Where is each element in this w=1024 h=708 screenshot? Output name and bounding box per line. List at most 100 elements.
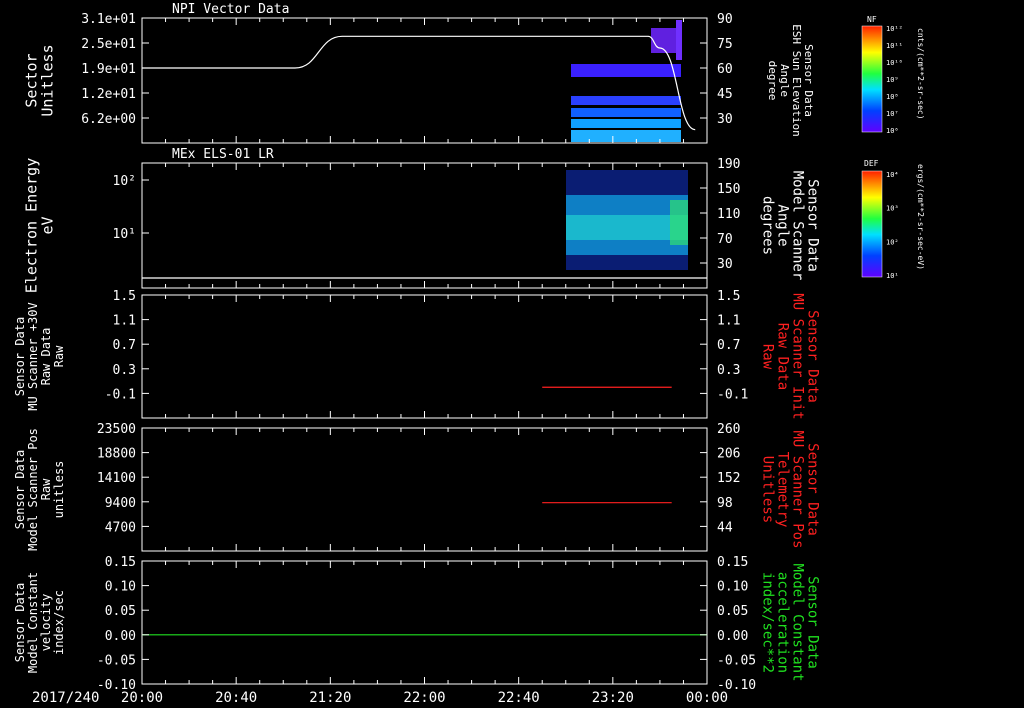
colorbar-tick-label: 10¹⁰ — [886, 59, 903, 67]
y-tick-label-right: 75 — [717, 37, 733, 52]
colorbar-nf-ticks: 10¹² 10¹¹ 10¹⁰ 10⁹ 10⁸ 10⁷ 10⁶ — [886, 25, 903, 135]
colorbar-def-title: DEF — [864, 159, 879, 168]
y-tick-label-left: -0.05 — [97, 653, 136, 668]
panel-2-spectrogram — [566, 170, 688, 270]
y-axis-label-left: index/sec — [52, 590, 66, 655]
y-tick-label-right: -0.05 — [717, 653, 756, 668]
y-axis-label-left: Sensor Data — [13, 583, 27, 662]
y-axis-label-right: Sensor Data — [805, 443, 821, 536]
y-tick-label-right: 206 — [717, 447, 740, 462]
y-axis-label-left: unitless — [52, 461, 66, 519]
y-axis-label-right: degree — [766, 61, 779, 101]
y-axis-label-right: MU Scanner Init — [790, 293, 806, 419]
y-axis-label-left: Model Scanner Pos — [26, 428, 40, 551]
y-tick-label-right: 30 — [717, 112, 733, 127]
colorbar-tick-label: 10¹ — [886, 272, 899, 280]
y-tick-label-right: 44 — [717, 520, 733, 535]
time-axis: 20:00 20:40 21:20 22:00 22:40 23:20 00:00 — [121, 690, 728, 706]
time-tick-label: 00:00 — [686, 690, 728, 706]
colorbar-tick-label: 10³ — [886, 205, 899, 213]
y-tick-label-right: -0.1 — [717, 387, 748, 402]
y-tick-label-left: 3.1e+01 — [81, 12, 136, 27]
y-tick-label-left: 0.3 — [113, 363, 136, 378]
y-axis-label-left: Unitless — [39, 44, 57, 116]
time-tick-label: 21:20 — [309, 690, 351, 706]
y-tick-label-left: 18800 — [97, 447, 136, 462]
y-tick-label-left: 23500 — [97, 422, 136, 437]
y-tick-label-left: 9400 — [105, 496, 136, 511]
y-axis-label-left: MU Scanner +30V — [26, 302, 40, 410]
y-axis-label-left: Sensor Data — [13, 317, 27, 396]
y-axis-label-left: eV — [39, 216, 57, 234]
y-tick-label-left: 10¹ — [113, 227, 136, 242]
y-tick-label-left: 4700 — [105, 520, 136, 535]
y-axis-label-left: Model Constant — [26, 572, 40, 673]
y-axis-label-right: Model Constant — [790, 563, 806, 681]
y-tick-label-right: 0.05 — [717, 604, 748, 619]
date-label: 2017/240 — [32, 690, 99, 706]
panel-4 — [141, 427, 708, 552]
y-axis-label-right: Angle — [775, 204, 791, 246]
y-axis-label-left: Raw Data — [39, 328, 53, 386]
y-tick-label-right: 90 — [717, 12, 733, 27]
y-tick-label-right: 1.1 — [717, 314, 740, 329]
y-axis-label-left: Raw — [52, 345, 66, 367]
colorbar-nf-title: NF — [867, 15, 877, 24]
y-tick-label-left: 1.1 — [113, 314, 136, 329]
y-tick-label-left: 0.10 — [105, 580, 136, 595]
panel-2-title: MEx ELS-01 LR — [172, 147, 274, 162]
y-axis-label-right: index/sec**2 — [760, 572, 776, 673]
y-tick-label-right: 60 — [717, 62, 733, 77]
time-tick-label: 20:40 — [215, 690, 257, 706]
colorbar-tick-label: 10² — [886, 238, 899, 246]
y-tick-label-right: 45 — [717, 87, 733, 102]
colorbar-tick-label: 10¹² — [886, 25, 903, 33]
y-axis-label-right: Raw — [760, 344, 776, 370]
colorbar-nf-unit: cnts/(cm**2-sr-sec) — [916, 28, 925, 120]
colorbar-tick-label: 10¹¹ — [886, 42, 903, 50]
figure: NPI Vector Data MEx ELS-01 LR 3.1e+01 2.5… — [13, 2, 925, 706]
y-tick-label-left: 0.00 — [105, 629, 136, 644]
panel-1-spectrogram — [571, 20, 682, 142]
time-tick-label: 22:00 — [403, 690, 445, 706]
y-tick-label-right: 1.5 — [717, 289, 740, 304]
panel-3 — [141, 294, 708, 419]
y-axis-label-right: acceleration — [775, 572, 791, 673]
y-tick-label-right: 0.3 — [717, 363, 740, 378]
y-axis-label-right: MU Scanner Pos — [790, 430, 806, 548]
y-axis-label-right: Sensor Data — [805, 576, 821, 669]
y-axis-label-right: Telemetry — [775, 452, 791, 528]
colorbar-nf: NF cnts/(cm**2-sr-sec) 10¹²10¹¹10¹⁰10⁹10… — [861, 15, 925, 135]
y-axis-label-left: Sensor Data — [13, 450, 27, 529]
y-axis-label-right: Sensor Data — [805, 310, 821, 403]
colorbar-tick-label: 10⁹ — [886, 76, 899, 84]
y-tick-label-left: 0.7 — [113, 338, 136, 353]
colorbar-tick-label: 10⁴ — [886, 171, 899, 179]
y-tick-label-left: 10² — [113, 174, 136, 189]
y-tick-label-left: -0.1 — [105, 387, 136, 402]
y-tick-label-right: 0.00 — [717, 629, 748, 644]
y-axis-label-right: Model Scanner — [790, 171, 806, 281]
y-tick-label-right: 0.15 — [717, 555, 748, 570]
y-tick-label-left: 1.2e+01 — [81, 87, 136, 102]
time-tick-label: 22:40 — [498, 690, 540, 706]
colorbar-tick-label: 10⁸ — [886, 93, 899, 101]
y-tick-label-left: 2.5e+01 — [81, 37, 136, 52]
y-tick-label-right: 70 — [717, 232, 733, 247]
y-tick-label-right: 110 — [717, 207, 740, 222]
y-tick-label-right: 152 — [717, 471, 740, 486]
y-tick-label-left: 0.05 — [105, 604, 136, 619]
colorbar-def-ticks: 10⁴ 10³ 10² 10¹ — [886, 171, 899, 280]
colorbar-tick-label: 10⁶ — [886, 127, 899, 135]
time-tick-label: 20:00 — [121, 690, 163, 706]
y-axis-label-right: Unitless — [760, 456, 776, 523]
y-tick-label-right: 98 — [717, 496, 733, 511]
y-tick-label-left: 0.15 — [105, 555, 136, 570]
colorbar-def: DEF ergs/(cm**2-sr-sec-eV) 10⁴ 10³ 10² 10¹ — [861, 159, 925, 280]
y-axis-label-right: Sensor Data — [805, 179, 821, 272]
y-tick-label-left: 1.9e+01 — [81, 62, 136, 77]
y-axis-label-left: velocity — [39, 594, 53, 652]
y-tick-label-right: 260 — [717, 422, 740, 437]
colorbar-tick-label: 10⁷ — [886, 110, 899, 118]
y-tick-label-right: 150 — [717, 182, 740, 197]
